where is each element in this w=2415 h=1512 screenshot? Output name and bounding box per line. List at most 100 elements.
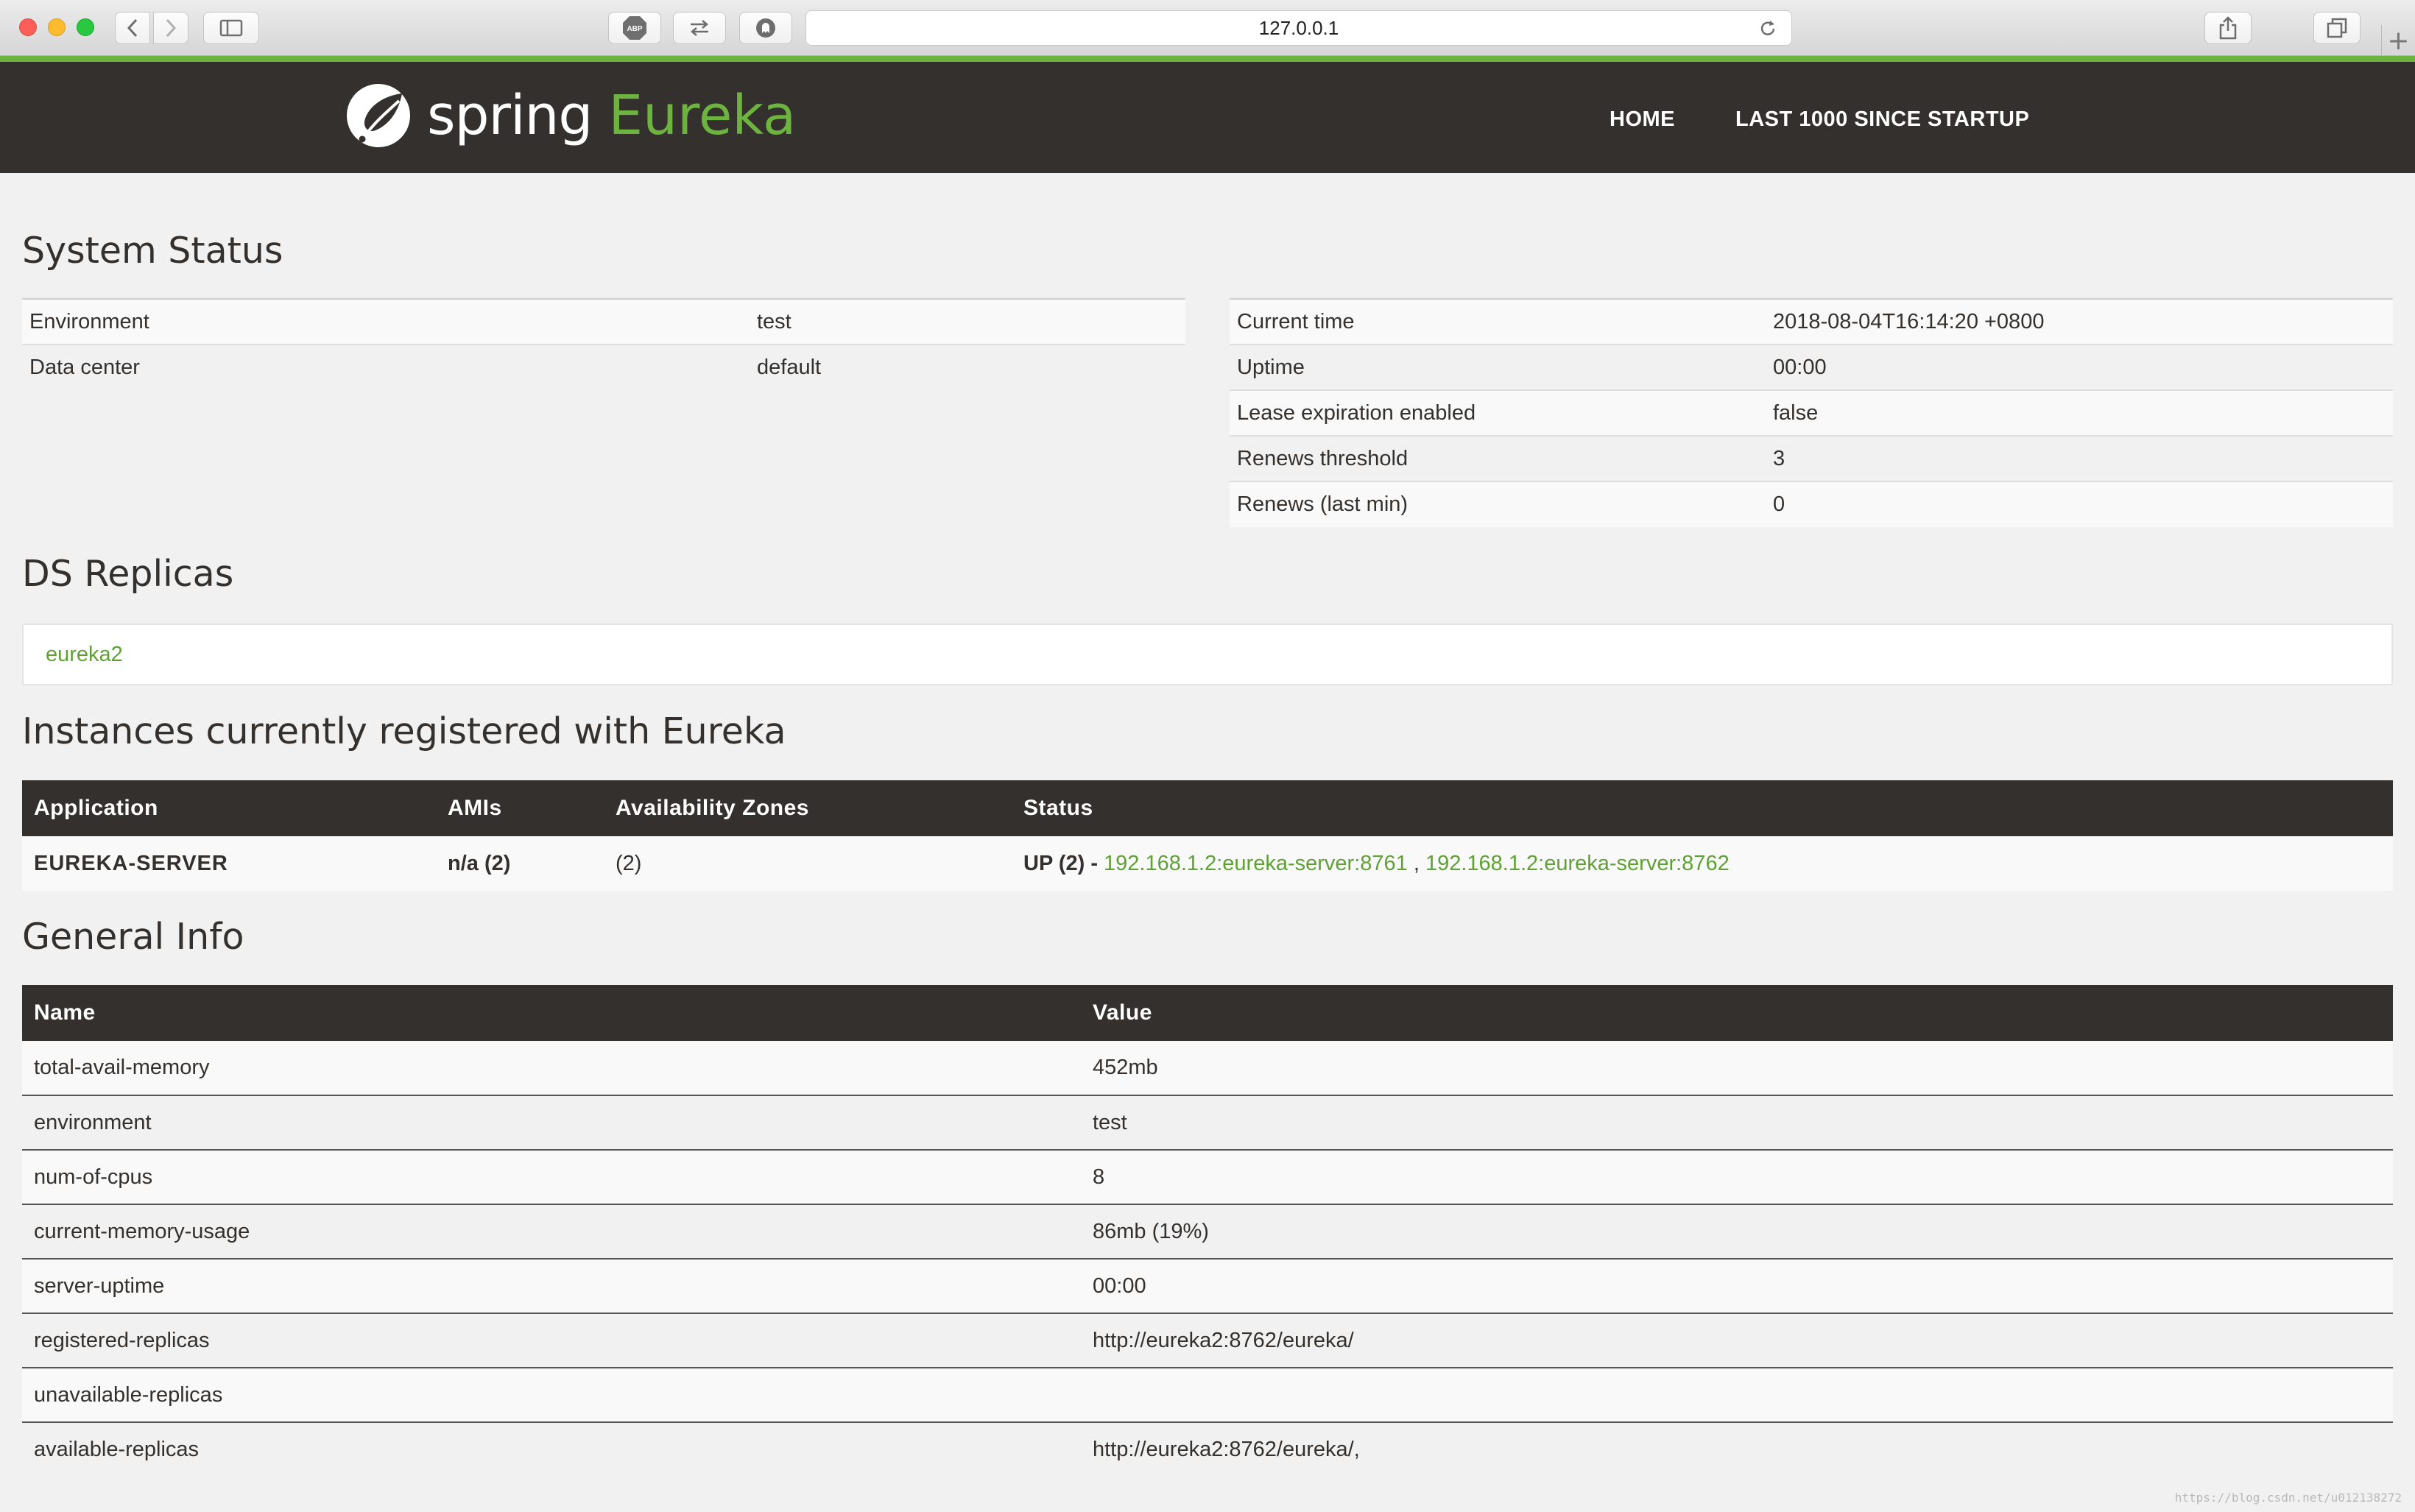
table-row: num-of-cpus 8 xyxy=(22,1150,2393,1205)
column-header-zones: Availability Zones xyxy=(604,780,1012,836)
reload-icon[interactable] xyxy=(1758,18,1778,39)
table-row: registered-replicas http://eureka2:8762/… xyxy=(22,1313,2393,1368)
table-row: Uptime 00:00 xyxy=(1230,345,2393,391)
status-value: false xyxy=(1766,390,2393,437)
table-header-row: Name Value xyxy=(22,985,2393,1041)
share-button[interactable] xyxy=(2204,12,2252,44)
table-row: current-memory-usage 86mb (19%) xyxy=(22,1204,2393,1260)
info-name: available-replicas xyxy=(22,1422,1081,1477)
info-name: total-avail-memory xyxy=(22,1041,1081,1096)
table-row: Lease expiration enabled false xyxy=(1230,390,2393,437)
info-name: server-uptime xyxy=(22,1259,1081,1314)
system-status-right-table: Current time 2018-08-04T16:14:20 +0800 U… xyxy=(1230,298,2393,527)
ds-replicas-title: DS Replicas xyxy=(22,553,234,595)
status-value: default xyxy=(750,345,1185,390)
instance-link-8761[interactable]: 192.168.1.2:eureka-server:8761 xyxy=(1104,852,1408,875)
table-row: environment test xyxy=(22,1095,2393,1151)
status-value: 0 xyxy=(1773,492,1785,516)
browser-toolbar: ABP 127.0.0.1 + xyxy=(0,0,2415,56)
info-value: 00:00 xyxy=(1081,1259,2393,1314)
instance-status: UP (2) - 192.168.1.2:eureka-server:8761 … xyxy=(1012,836,2393,891)
info-value: http://eureka2:8762/eureka/ xyxy=(1081,1313,2393,1368)
info-name: num-of-cpus xyxy=(22,1150,1081,1205)
status-value: 00:00 xyxy=(1766,345,2393,391)
privacy-extension-button[interactable] xyxy=(739,12,792,44)
instances-title: Instances currently registered with Eure… xyxy=(22,710,786,752)
table-header-row: Application AMIs Availability Zones Stat… xyxy=(22,780,2393,836)
info-name: registered-replicas xyxy=(22,1313,1081,1368)
spring-leaf-icon xyxy=(347,84,410,147)
replica-link-eureka2[interactable]: eureka2 xyxy=(46,643,123,667)
nav-last-1000[interactable]: LAST 1000 SINCE STARTUP xyxy=(1735,107,2029,132)
site-header: spring Eureka HOME LAST 1000 SINCE START… xyxy=(0,56,2415,173)
info-value xyxy=(1081,1368,2393,1423)
status-name: Environment xyxy=(22,299,750,345)
table-row: unavailable-replicas xyxy=(22,1368,2393,1423)
table-row: EUREKA-SERVER n/a (2) (2) UP (2) - 192.1… xyxy=(22,836,2393,891)
instance-link-8762[interactable]: 192.168.1.2:eureka-server:8762 xyxy=(1425,852,1730,875)
status-value: 2018-08-04T16:14:20 +0800 xyxy=(1766,299,2393,345)
table-row: Data center default xyxy=(22,345,1185,390)
table-row: available-replicas http://eureka2:8762/e… xyxy=(22,1422,2393,1477)
info-name: current-memory-usage xyxy=(22,1204,1081,1260)
instance-amis: n/a (2) xyxy=(436,836,604,891)
column-header-status: Status xyxy=(1012,780,2393,836)
sidebar-icon xyxy=(219,19,243,37)
column-header-amis: AMIs xyxy=(436,780,604,836)
tab-overview-button[interactable] xyxy=(2313,12,2361,44)
column-header-value: Value xyxy=(1081,985,2393,1041)
spring-eureka-logo[interactable]: spring Eureka xyxy=(343,80,796,151)
instance-link-separator: , xyxy=(1413,851,1420,875)
status-name: Uptime xyxy=(1230,345,1766,391)
instance-zones: (2) xyxy=(604,836,1012,891)
new-tab-button[interactable]: + xyxy=(2381,25,2415,56)
forward-button[interactable] xyxy=(153,12,188,44)
logo-spring-text: spring xyxy=(427,84,593,147)
table-row: total-avail-memory 452mb xyxy=(22,1041,2393,1096)
share-icon xyxy=(2219,16,2237,40)
status-name: Renews threshold xyxy=(1230,436,1766,482)
tabs-icon xyxy=(2327,18,2347,38)
system-status-title: System Status xyxy=(22,230,283,272)
status-name: Renews (last min) xyxy=(1237,492,1409,516)
table-row: Current time 2018-08-04T16:14:20 +0800 xyxy=(1230,299,2393,345)
status-value: test xyxy=(750,299,1185,345)
ghost-icon xyxy=(756,18,775,38)
nav-last-1000-link[interactable]: LAST 1000 SINCE STARTUP xyxy=(1735,107,2029,132)
status-name: Data center xyxy=(22,345,750,390)
chevron-right-icon xyxy=(166,18,177,38)
minimize-window-button[interactable] xyxy=(48,18,66,36)
switch-extension-button[interactable] xyxy=(673,12,726,44)
table-row: server-uptime 00:00 xyxy=(22,1259,2393,1314)
column-header-application: Application xyxy=(22,780,436,836)
info-value: 452mb xyxy=(1081,1041,2393,1096)
info-name: unavailable-replicas xyxy=(22,1368,1081,1423)
close-window-button[interactable] xyxy=(19,18,37,36)
info-value: http://eureka2:8762/eureka/, xyxy=(1081,1422,2393,1477)
svg-text:ABP: ABP xyxy=(627,25,642,33)
logo-eureka-text: Eureka xyxy=(608,84,797,147)
back-button[interactable] xyxy=(115,12,150,44)
general-info-title: General Info xyxy=(22,916,244,958)
info-value: 8 xyxy=(1081,1150,2393,1205)
nav-home[interactable]: HOME xyxy=(1610,107,1675,132)
table-row: Renews (last min) 0 xyxy=(1230,481,2393,527)
instance-amis-value: n/a (2) xyxy=(448,851,511,875)
instance-status-prefix: UP (2) - xyxy=(1023,851,1098,875)
address-bar[interactable]: 127.0.0.1 xyxy=(805,10,1792,46)
info-name: environment xyxy=(22,1095,1081,1151)
instances-table: Application AMIs Availability Zones Stat… xyxy=(22,780,2393,891)
watermark: https://blog.csdn.net/u012138272 xyxy=(2174,1491,2402,1505)
status-value: 3 xyxy=(1766,436,2393,482)
nav-home-link[interactable]: HOME xyxy=(1610,107,1675,132)
chevron-left-icon xyxy=(127,18,138,38)
table-row: Environment test xyxy=(22,299,1185,345)
table-row: Renews threshold 3 xyxy=(1230,436,2393,482)
column-header-name: Name xyxy=(22,985,1081,1041)
arrows-swap-icon xyxy=(691,20,708,36)
adblock-extension-button[interactable]: ABP xyxy=(608,12,661,44)
general-info-table: Name Value total-avail-memory 452mb envi… xyxy=(22,985,2393,1477)
sidebar-button[interactable] xyxy=(203,12,259,44)
fullscreen-window-button[interactable] xyxy=(77,18,94,36)
adblock-icon: ABP xyxy=(623,16,646,40)
